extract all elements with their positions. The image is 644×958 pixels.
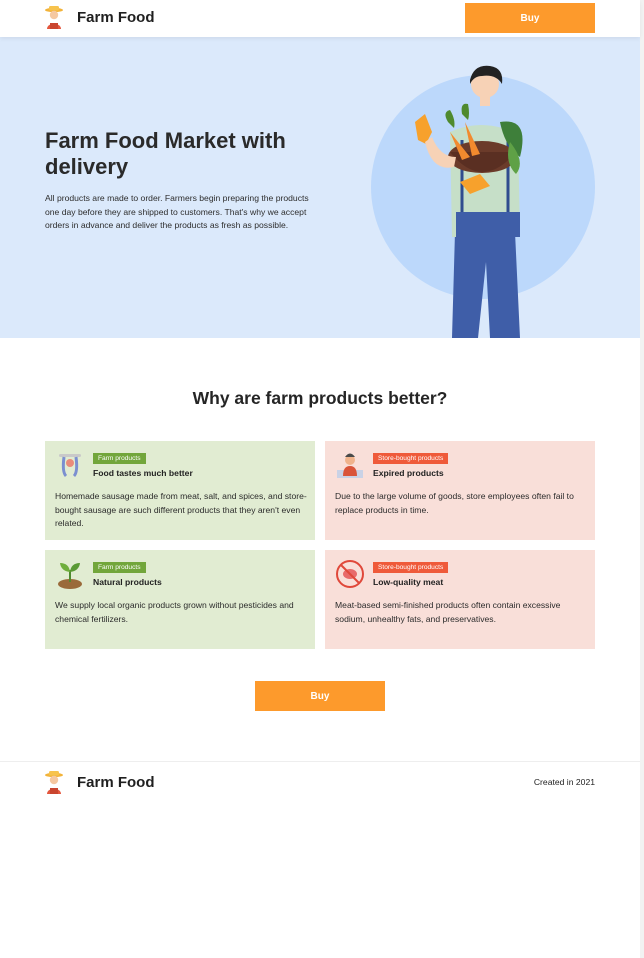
card-text: Meat-based semi-finished products often …: [335, 600, 561, 624]
scrollbar[interactable]: [640, 0, 644, 958]
brand-name: Farm Food: [77, 8, 155, 26]
benefit-card-natural: Farm products Natural products We supply…: [45, 550, 315, 649]
card-text: Due to the large volume of goods, store …: [335, 491, 574, 515]
brand-name: Farm Food: [77, 773, 155, 791]
farmer-logo-icon: [44, 5, 64, 29]
worker-icon: [335, 450, 365, 480]
sausage-icon: [55, 450, 85, 480]
card-title: Natural products: [93, 577, 162, 587]
site-header: Farm Food Buy: [0, 0, 640, 37]
card-tag: Farm products: [93, 562, 146, 573]
benefit-card-expired: Store-bought products Expired products D…: [325, 441, 595, 540]
benefit-card-meat: Store-bought products Low-quality meat M…: [325, 550, 595, 649]
card-title: Low-quality meat: [373, 577, 444, 587]
sprout-icon: [55, 559, 85, 589]
benefits-title: Why are farm products better?: [192, 388, 448, 408]
header-logo[interactable]: Farm Food: [44, 5, 155, 29]
farmer-logo-icon: [44, 770, 64, 794]
card-title: Food tastes much better: [93, 468, 193, 478]
no-meat-icon: [335, 559, 365, 589]
benefit-card-taste: Farm products Food tastes much better Ho…: [45, 441, 315, 540]
card-tag: Store-bought products: [373, 562, 449, 573]
header-buy-button[interactable]: Buy: [465, 3, 595, 33]
hero-title: Farm Food Market with delivery: [45, 128, 286, 179]
hero-section: Farm Food Market with delivery All produ…: [0, 37, 640, 338]
hero-description: All products are made to order. Farmers …: [45, 193, 309, 230]
card-tag: Store-bought products: [373, 453, 449, 464]
benefits-buy-button[interactable]: Buy: [255, 681, 385, 711]
footer-note: Created in 2021: [533, 777, 595, 787]
site-footer: Farm Food Created in 2021: [0, 761, 640, 801]
card-title: Expired products: [373, 468, 444, 478]
card-text: We supply local organic products grown w…: [55, 600, 294, 624]
footer-logo[interactable]: Farm Food: [44, 770, 155, 794]
card-text: Homemade sausage made from meat, salt, a…: [55, 491, 307, 528]
farmer-illustration: [370, 62, 610, 338]
card-tag: Farm products: [93, 453, 146, 464]
